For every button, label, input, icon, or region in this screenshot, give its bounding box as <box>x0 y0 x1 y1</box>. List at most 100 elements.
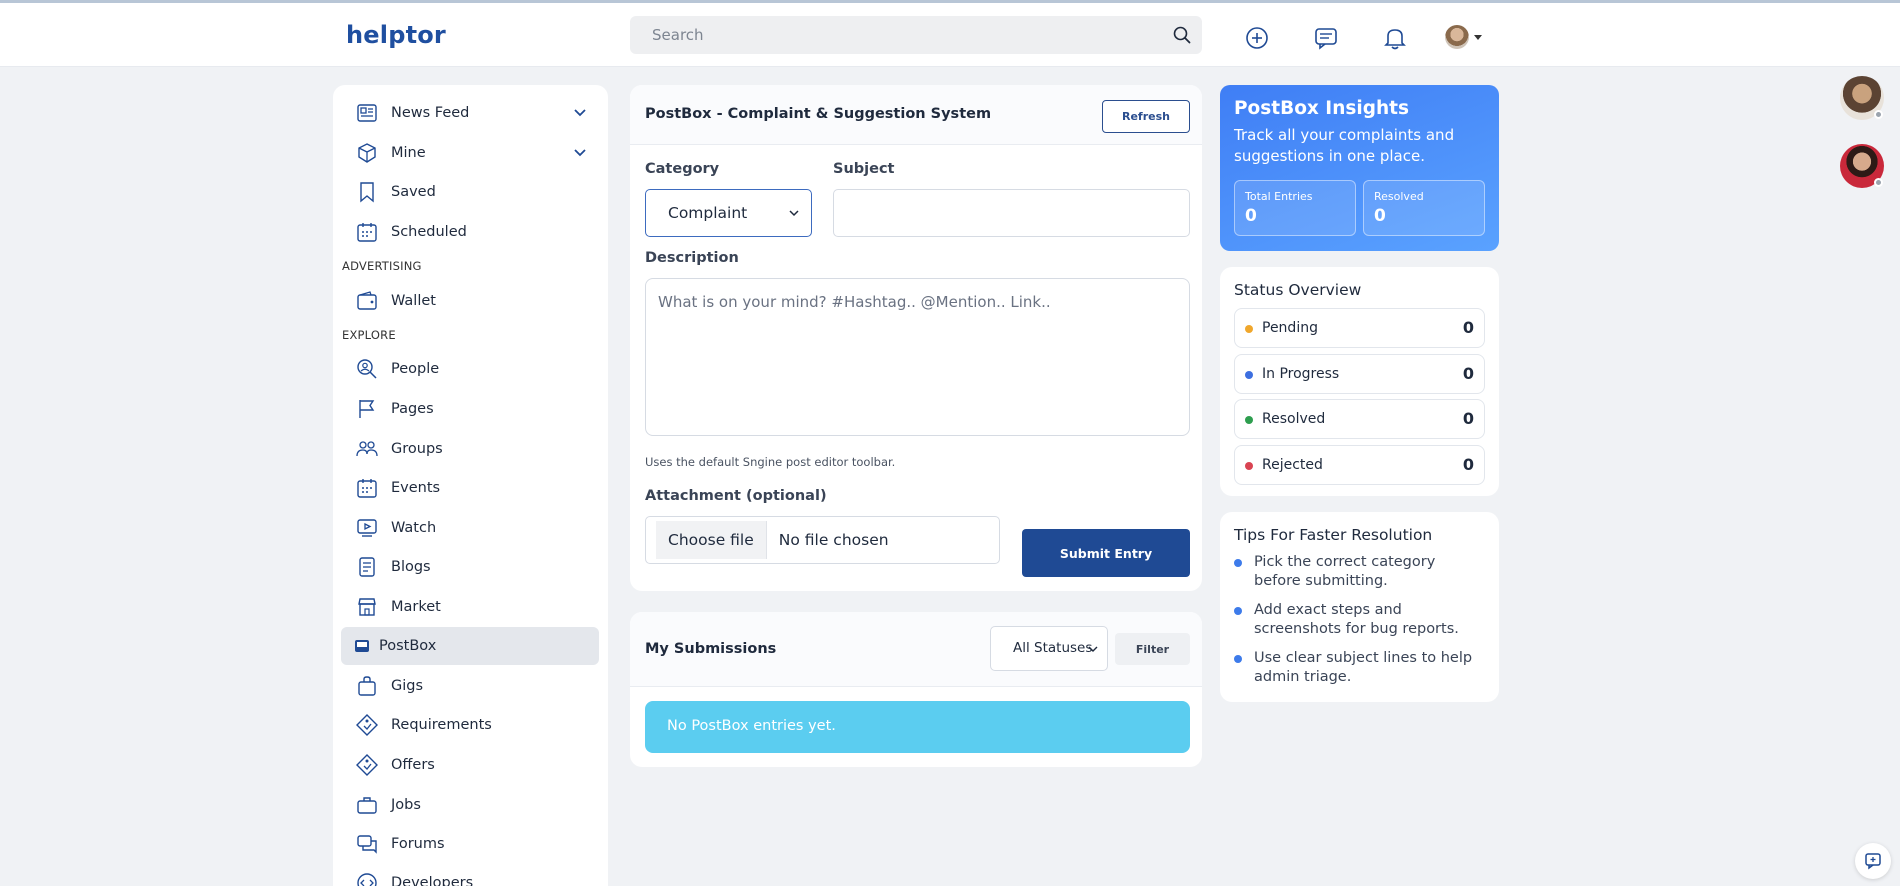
category-label: Category <box>645 161 720 177</box>
sidebar-item-label: Jobs <box>391 797 421 813</box>
sidebar-item-jobs[interactable]: Jobs <box>341 786 599 824</box>
chevron-down-icon <box>789 210 799 217</box>
subject-label: Subject <box>833 161 895 177</box>
sidebar-item-blogs[interactable]: Blogs <box>341 548 599 586</box>
sidebar-item-label: Groups <box>391 441 443 457</box>
news-feed-icon <box>357 104 377 122</box>
status-name: Pending <box>1262 320 1318 336</box>
sidebar-item-wallet[interactable]: Wallet <box>341 282 599 320</box>
sidebar-item-offers[interactable]: Offers <box>341 746 599 784</box>
category-select[interactable]: Complaint <box>645 189 812 237</box>
pending-status-dot <box>1245 325 1253 333</box>
cube-icon <box>358 143 376 163</box>
chat-icon <box>1865 853 1881 870</box>
sidebar-item-gigs[interactable]: Gigs <box>341 667 599 705</box>
sidebar-item-scheduled[interactable]: Scheduled <box>341 213 599 251</box>
sidebar-item-events[interactable]: Events <box>341 469 599 507</box>
sidebar-item-label: Forums <box>391 836 445 852</box>
forum-icon <box>357 835 377 854</box>
sidebar-item-label: Blogs <box>391 559 431 575</box>
status-name: Resolved <box>1262 411 1326 427</box>
sidebar-item-label: Events <box>391 480 441 496</box>
total-entries-stat: Total Entries 0 <box>1234 180 1356 236</box>
status-filter-select[interactable]: All Statuses <box>990 626 1108 671</box>
add-icon[interactable] <box>1244 25 1270 51</box>
sidebar-item-people[interactable]: People <box>341 350 599 388</box>
sidebar-item-label: Gigs <box>391 678 424 694</box>
category-value: Complaint <box>668 204 748 222</box>
user-avatar[interactable] <box>1445 25 1469 49</box>
description-label: Description <box>645 250 739 266</box>
status-name: Rejected <box>1262 457 1323 473</box>
sidebar-item-pages[interactable]: Pages <box>341 390 599 428</box>
tag-icon <box>356 754 378 776</box>
sidebar-item-label: News Feed <box>391 105 470 121</box>
sidebar-item-market[interactable]: Market <box>341 588 599 626</box>
status-overview-card: Status Overview Pending 0 In Progress 0 … <box>1220 267 1499 496</box>
submit-entry-button[interactable]: Submit Entry <box>1022 529 1190 577</box>
sidebar-item-news-feed[interactable]: News Feed <box>341 94 599 132</box>
wallet-icon <box>357 291 377 310</box>
inbox-icon <box>355 640 369 652</box>
messages-icon[interactable] <box>1313 25 1339 51</box>
choose-file-button[interactable]: Choose file <box>656 521 767 559</box>
online-status-dot <box>1874 178 1883 187</box>
postbox-form-card: PostBox - Complaint & Suggestion System … <box>630 85 1202 591</box>
resolved-label: Resolved <box>1374 190 1424 203</box>
in-progress-status-dot <box>1245 371 1253 379</box>
bullet-dot <box>1234 655 1242 663</box>
bag-icon <box>358 676 376 696</box>
sidebar-item-postbox[interactable]: PostBox <box>341 627 599 665</box>
tip-text: Add exact steps and screenshots for bug … <box>1254 602 1459 637</box>
people-search-icon <box>357 359 377 379</box>
refresh-button[interactable]: Refresh <box>1102 100 1190 133</box>
briefcase-icon <box>357 797 377 814</box>
chevron-down-icon[interactable] <box>573 106 587 120</box>
postbox-card-header: PostBox - Complaint & Suggestion System … <box>630 85 1202 145</box>
file-status-text: No file chosen <box>778 531 889 549</box>
tip-item: Use clear subject lines to help admin tr… <box>1234 649 1484 687</box>
chat-button[interactable] <box>1855 843 1891 879</box>
sidebar-item-watch[interactable]: Watch <box>341 509 599 547</box>
sidebar-item-mine[interactable]: Mine <box>341 134 599 172</box>
tip-text: Pick the correct category before submitt… <box>1254 554 1436 589</box>
sidebar-item-label: People <box>391 361 440 377</box>
bookmark-icon <box>360 182 374 203</box>
search-icon[interactable] <box>1172 25 1192 45</box>
resolved-value: 0 <box>1374 206 1386 226</box>
chevron-down-icon <box>1088 646 1098 652</box>
status-count: 0 <box>1462 409 1474 428</box>
brand-logo[interactable]: helptor <box>346 21 446 49</box>
sidebar-item-forums[interactable]: Forums <box>341 825 599 863</box>
sidebar-item-label: Developers <box>391 875 474 886</box>
online-status-dot <box>1874 110 1883 119</box>
sidebar-item-saved[interactable]: Saved <box>341 173 599 211</box>
sidebar-item-label: Watch <box>391 520 437 536</box>
editor-hint: Uses the default Sngine post editor tool… <box>645 455 896 469</box>
section-heading-advertising: ADVERTISING <box>342 259 422 273</box>
description-textarea[interactable] <box>645 278 1190 436</box>
user-menu-caret-icon[interactable] <box>1474 35 1482 40</box>
section-heading-explore: EXPLORE <box>342 328 396 342</box>
resolved-stat: Resolved 0 <box>1363 180 1485 236</box>
attachment-label: Attachment (optional) <box>645 488 827 504</box>
status-row-resolved: Resolved 0 <box>1234 399 1485 439</box>
status-count: 0 <box>1462 455 1474 474</box>
sidebar-item-label: PostBox <box>379 638 437 654</box>
tips-card: Tips For Faster Resolution Pick the corr… <box>1220 512 1499 702</box>
filter-button[interactable]: Filter <box>1115 633 1190 665</box>
postbox-title: PostBox - Complaint & Suggestion System <box>645 106 992 122</box>
search-input[interactable] <box>630 16 1130 54</box>
sidebar-item-label: Wallet <box>391 293 436 309</box>
bell-icon[interactable] <box>1382 25 1408 51</box>
tip-item: Add exact steps and screenshots for bug … <box>1234 601 1484 639</box>
groups-icon <box>356 441 378 457</box>
subject-input[interactable] <box>833 189 1190 237</box>
sidebar-item-developers[interactable]: Developers <box>341 864 599 886</box>
chevron-down-icon[interactable] <box>573 146 587 160</box>
sidebar-item-groups[interactable]: Groups <box>341 430 599 468</box>
tips-title: Tips For Faster Resolution <box>1234 526 1433 544</box>
sidebar-item-label: Offers <box>391 757 435 773</box>
attachment-file-input[interactable]: Choose file No file chosen <box>645 516 1000 564</box>
sidebar-item-requirements[interactable]: Requirements <box>341 706 599 744</box>
